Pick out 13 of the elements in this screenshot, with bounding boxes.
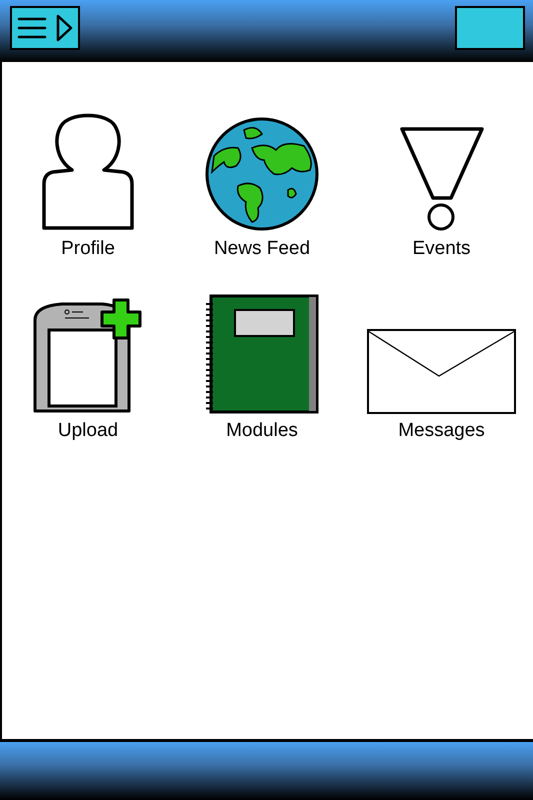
globe-icon[interactable]	[204, 116, 320, 232]
notebook-icon[interactable]	[205, 294, 319, 414]
tile-label[interactable]: Upload	[58, 420, 118, 442]
tile-label[interactable]: News Feed	[214, 238, 310, 260]
exclamation-icon[interactable]	[398, 126, 484, 232]
tablet-plus-icon[interactable]	[32, 298, 144, 414]
menu-button[interactable]	[10, 6, 80, 50]
tile-label[interactable]: Modules	[226, 420, 298, 442]
action-button[interactable]	[455, 6, 525, 50]
tile-label[interactable]: Profile	[61, 238, 115, 260]
tile-label[interactable]: Events	[412, 238, 471, 260]
tile-label[interactable]: Messages	[398, 420, 485, 442]
envelope-icon[interactable]	[366, 328, 516, 414]
